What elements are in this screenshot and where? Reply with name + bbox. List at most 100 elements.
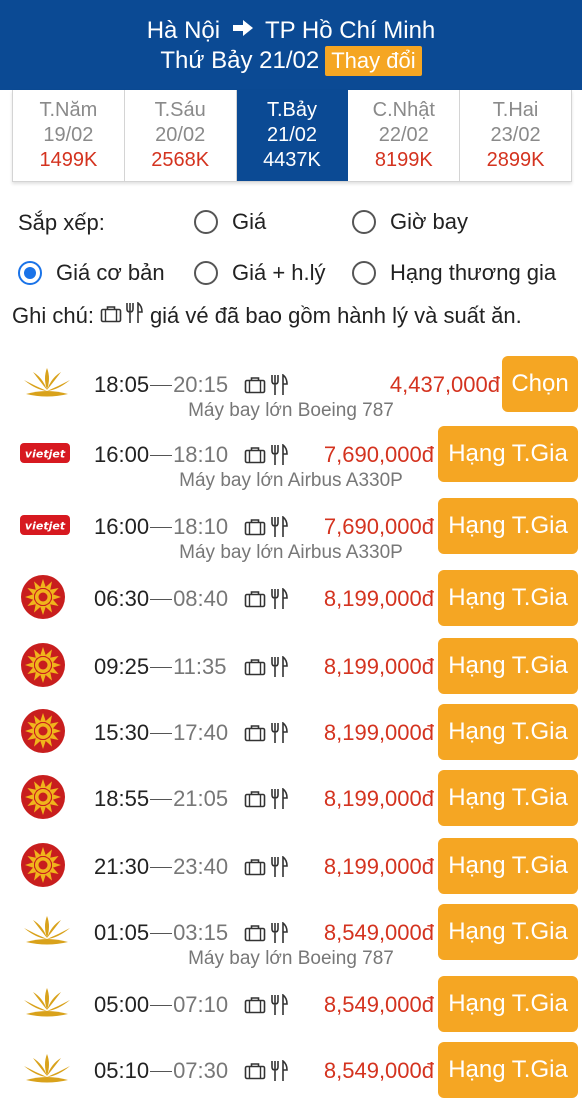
date-tab-price: 2568K (151, 149, 210, 171)
flight-times: 15:30 17:40 (94, 720, 228, 746)
select-flight-button[interactable]: Hạng T.Gia (438, 570, 578, 626)
depart-time: 09:25 (94, 654, 150, 679)
flight-price: 8,549,000đ (323, 992, 434, 1017)
flight-row: 15:30 17:40 8,199,000đ Hạng T.Gia (0, 698, 582, 764)
date-tab-price: 8199K (374, 149, 433, 171)
selected-date: Thứ Bảy 21/02 (160, 47, 320, 74)
sort-row-2: Giá cơ bản Giá + h.lý Hạng thương gia (0, 253, 582, 293)
arrive-time: 07:30 (173, 1058, 229, 1083)
time-separator (150, 798, 173, 800)
flight-times: 05:10 07:30 (94, 1058, 228, 1084)
flight-price: 7,690,000đ (323, 514, 434, 539)
flight-price: 8,199,000đ (323, 586, 434, 611)
luggage-icon (244, 1062, 266, 1085)
date-tab[interactable]: T.Hai 23/02 2899K (460, 90, 571, 181)
luggage-icon (244, 790, 266, 813)
luggage-icon (244, 376, 266, 399)
date-tab-date: 20/02 (155, 124, 206, 146)
change-date-button[interactable]: Thay đổi (325, 46, 422, 76)
sort-option-label: Giá + h.lý (232, 260, 326, 285)
time-separator (150, 454, 173, 456)
amenities (244, 721, 289, 749)
select-flight-button[interactable]: Hạng T.Gia (438, 638, 578, 694)
flight-times: 18:05 20:15 (94, 372, 228, 398)
flight-price: 8,199,000đ (323, 854, 434, 879)
date-tab-day: T.Bảy (266, 99, 317, 121)
date-tab[interactable]: C.Nhật 22/02 8199K (348, 90, 461, 181)
sort-option-base-price[interactable]: Giá cơ bản (18, 257, 165, 289)
radio-icon[interactable] (18, 261, 42, 285)
date-tab[interactable]: T.Bảy 21/02 4437K (236, 90, 349, 181)
arrive-time: 11:35 (173, 654, 227, 679)
aircraft-info: Máy bay lớn Boeing 787 (188, 400, 394, 421)
flight-row: 21:30 23:40 8,199,000đ Hạng T.Gia (0, 832, 582, 898)
amenities (244, 921, 289, 949)
luggage-icon (244, 446, 266, 469)
depart-time: 21:30 (94, 854, 150, 879)
select-flight-button[interactable]: Hạng T.Gia (438, 976, 578, 1032)
date-selector: T.Năm 19/02 1499K T.Sáu 20/02 2568K T.Bả… (12, 90, 572, 182)
sort-option-time[interactable]: Giờ bay (352, 206, 468, 238)
header: Hà Nội TP Hồ Chí Minh Thứ Bảy 21/02 Thay … (0, 0, 582, 90)
meal-icon (269, 373, 289, 401)
luggage-icon (244, 996, 266, 1019)
flight-times: 18:55 21:05 (94, 786, 228, 812)
sort-option-price[interactable]: Giá (194, 206, 266, 238)
date-tab-day: T.Hai (492, 99, 539, 121)
sun-logo (20, 708, 74, 758)
arrive-time: 18:10 (173, 514, 229, 539)
meal-icon (269, 993, 289, 1021)
sort-option-business[interactable]: Hạng thương gia (352, 257, 556, 289)
luggage-icon (244, 518, 266, 541)
flight-price: 8,199,000đ (323, 654, 434, 679)
depart-time: 05:00 (94, 992, 150, 1017)
select-flight-button[interactable]: Hạng T.Gia (438, 1042, 578, 1098)
time-separator (150, 598, 173, 600)
radio-icon[interactable] (194, 210, 218, 234)
sort-option-label: Giờ bay (390, 209, 469, 234)
date-tab[interactable]: T.Năm 19/02 1499K (13, 90, 125, 181)
meal-icon (269, 515, 289, 543)
radio-icon[interactable] (352, 261, 376, 285)
flight-row: 05:00 07:10 8,549,000đ Hạng T.Gia (0, 970, 582, 1036)
arrive-time: 07:10 (173, 992, 229, 1017)
luggage-icon (244, 658, 266, 681)
date-tab-date: 21/02 (266, 124, 318, 146)
amenities (244, 443, 289, 471)
arrow-right-icon (231, 16, 255, 46)
amenities (244, 655, 289, 683)
arrive-time: 23:40 (173, 854, 229, 879)
flight-times: 05:00 07:10 (94, 992, 228, 1018)
select-flight-button[interactable]: Hạng T.Gia (438, 838, 578, 894)
sun-logo (20, 774, 74, 824)
sort-option-label: Giá cơ bản (56, 260, 165, 285)
sort-option-price-luggage[interactable]: Giá + h.lý (194, 257, 326, 289)
aircraft-info: Máy bay lớn Boeing 787 (188, 948, 394, 969)
select-flight-button[interactable]: Hạng T.Gia (438, 704, 578, 760)
date-tab[interactable]: T.Sáu 20/02 2568K (125, 90, 237, 181)
depart-time: 18:05 (94, 372, 150, 397)
sun-logo (20, 574, 74, 624)
meal-icon (269, 1059, 289, 1087)
arrive-time: 03:15 (173, 920, 229, 945)
time-separator (150, 1004, 173, 1006)
flight-times: 01:05 03:15 (94, 920, 228, 946)
amenities (244, 993, 289, 1021)
radio-icon[interactable] (352, 210, 376, 234)
select-flight-button[interactable]: Hạng T.Gia (438, 770, 578, 826)
note-text: giá vé đã bao gồm hành lý và suất ăn. (149, 303, 522, 328)
flight-times: 16:00 18:10 (94, 514, 228, 540)
note-line: Ghi chú: giá vé đã bao gồm hành lý và su… (12, 301, 522, 330)
flight-times: 21:30 23:40 (94, 854, 228, 880)
amenities (244, 787, 289, 815)
sun-logo (20, 842, 74, 892)
flight-times: 09:25 11:35 (94, 654, 226, 680)
date-tab-day: C.Nhật (372, 99, 435, 121)
sort-option-label: Hạng thương gia (390, 260, 557, 285)
luggage-icon (244, 724, 266, 747)
depart-time: 01:05 (94, 920, 150, 945)
radio-icon[interactable] (194, 261, 218, 285)
time-separator (150, 866, 173, 868)
depart-time: 15:30 (94, 720, 150, 745)
flight-price: 7,690,000đ (323, 442, 434, 467)
